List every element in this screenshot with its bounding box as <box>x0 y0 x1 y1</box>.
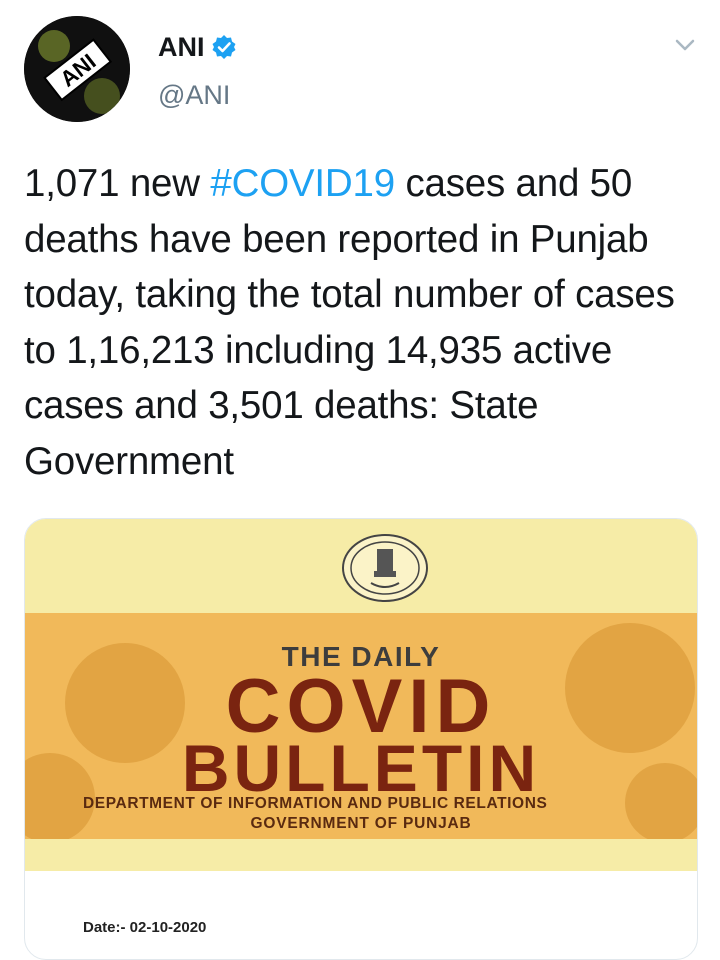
media-card[interactable]: THE DAILY COVID BULLETIN DEPARTMENT OF I… <box>24 518 698 960</box>
state-emblem-icon <box>342 534 428 602</box>
avatar[interactable]: ANI <box>24 16 130 122</box>
bulletin-date: Date:- 02-10-2020 <box>83 919 207 936</box>
chevron-down-icon[interactable] <box>670 30 700 60</box>
verified-badge-icon <box>212 35 235 59</box>
hashtag-link[interactable]: #COVID19 <box>210 162 395 205</box>
author-name[interactable]: ANI <box>158 32 205 63</box>
bulletin-image: THE DAILY COVID BULLETIN DEPARTMENT OF I… <box>25 519 697 871</box>
government-text: GOVERNMENT OF PUNJAB <box>250 815 472 832</box>
tweet-text-start: 1,071 new <box>24 162 211 205</box>
tweet-text: 1,071 new #COVID19 cases and 50 deaths h… <box>24 156 714 490</box>
bulletin-heading-bulletin: BULLETIN <box>181 731 541 805</box>
tweet-text-end: cases and 50 deaths have been reported i… <box>24 162 675 483</box>
department-text: DEPARTMENT OF INFORMATION AND PUBLIC REL… <box>83 795 548 812</box>
ani-logo-icon: ANI <box>24 16 130 122</box>
author-name-row: ANI <box>158 30 237 64</box>
tweet-header: ANI ANI @ANI <box>0 0 720 140</box>
author-handle[interactable]: @ANI <box>158 80 230 111</box>
